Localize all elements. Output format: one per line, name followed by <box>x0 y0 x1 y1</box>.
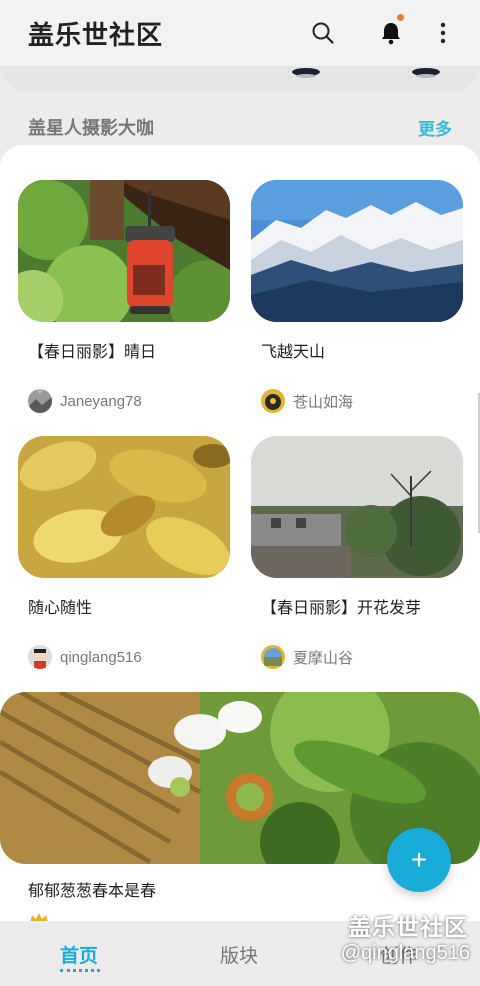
watermark-user: @qinglang516 <box>340 942 470 964</box>
post-card[interactable]: 随心随性 qinglang516 <box>18 436 230 669</box>
post-image <box>251 180 463 322</box>
avatar <box>28 389 52 413</box>
app-title: 盖乐世社区 <box>28 20 164 50</box>
author-name: 夏摩山谷 <box>293 649 354 667</box>
tab-home[interactable]: 首页 <box>60 941 98 968</box>
post-title: 【春日丽影】开花发芽 <box>261 600 422 617</box>
post-author[interactable]: qinglang516 <box>28 644 142 670</box>
post-title: 随心随性 <box>28 600 93 617</box>
post-author[interactable]: 苍山如海 <box>261 388 353 414</box>
tab-boards[interactable]: 版块 <box>220 941 258 968</box>
create-post-button[interactable]: + <box>387 828 451 892</box>
author-name: Janeyang78 <box>60 392 142 410</box>
post-title: 【春日丽影】晴日 <box>28 344 157 361</box>
post-card[interactable]: 【春日丽影】开花发芽 夏摩山谷 <box>251 436 463 669</box>
author-name: 苍山如海 <box>293 393 354 411</box>
banner-image <box>292 68 440 78</box>
watermark-title: 盖乐世社区 <box>348 914 468 940</box>
post-card[interactable]: 飞越天山 苍山如海 <box>251 180 463 413</box>
more-vertical-icon[interactable] <box>428 18 458 48</box>
section-title: 盖星人摄影大咖 <box>28 118 154 138</box>
post-author[interactable]: 夏摩山谷 <box>261 644 353 670</box>
notification-dot <box>397 14 404 21</box>
search-icon[interactable] <box>308 18 338 48</box>
post-title: 飞越天山 <box>261 344 326 361</box>
post-author[interactable]: Janeyang78 <box>28 388 142 414</box>
app-header: 盖乐世社区 <box>0 0 480 66</box>
author-name: qinglang516 <box>60 648 142 666</box>
banner-carousel[interactable] <box>0 66 480 94</box>
post-image <box>251 436 463 578</box>
post-image <box>18 180 230 322</box>
avatar <box>261 389 285 413</box>
more-link[interactable]: 更多 <box>418 115 452 140</box>
avatar <box>28 645 52 669</box>
avatar <box>261 645 285 669</box>
featured-title: 郁郁葱葱春本是春 <box>28 883 157 900</box>
post-image <box>18 436 230 578</box>
tab-home-underline <box>60 969 100 972</box>
banner-card[interactable] <box>0 66 480 92</box>
bell-icon[interactable] <box>376 14 406 48</box>
post-card[interactable]: 【春日丽影】晴日 Janeyang78 <box>18 180 230 413</box>
